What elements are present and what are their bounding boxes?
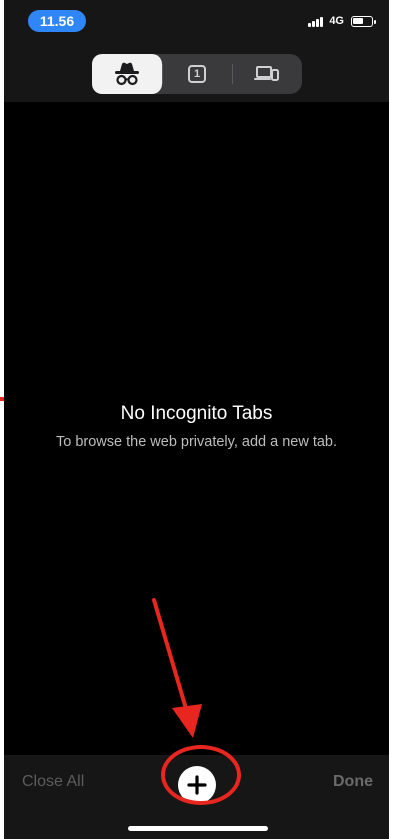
segment-other-devices[interactable] — [232, 54, 302, 94]
segment-open-tabs[interactable]: 1 — [162, 54, 232, 94]
tab-count-icon: 1 — [188, 65, 206, 83]
tab-group-selector: 1 — [92, 54, 302, 94]
battery-level — [353, 17, 364, 24]
segment-incognito-tabs[interactable] — [92, 54, 162, 94]
close-all-button[interactable]: Close All — [22, 773, 84, 791]
done-button[interactable]: Done — [333, 773, 373, 791]
plus-icon — [187, 775, 207, 795]
new-tab-button[interactable] — [178, 766, 216, 804]
empty-state-subtitle: To browse the web privately, add a new t… — [55, 434, 338, 450]
devices-icon — [254, 66, 279, 81]
battery-icon — [351, 15, 376, 27]
cellular-signal-icon — [308, 16, 324, 27]
empty-state-title: No Incognito Tabs — [120, 403, 273, 424]
status-indicators: 4G — [308, 13, 376, 29]
network-type: 4G — [329, 15, 344, 27]
status-bar: 11.56 4G — [4, 0, 389, 44]
tab-switcher-header: 1 — [4, 44, 389, 102]
status-time: 11.56 — [28, 10, 86, 32]
phone-screen: 11.56 4G 1 No Incognito Tabs To browse t… — [4, 0, 389, 839]
incognito-icon — [115, 62, 139, 86]
home-indicator[interactable] — [128, 826, 268, 831]
